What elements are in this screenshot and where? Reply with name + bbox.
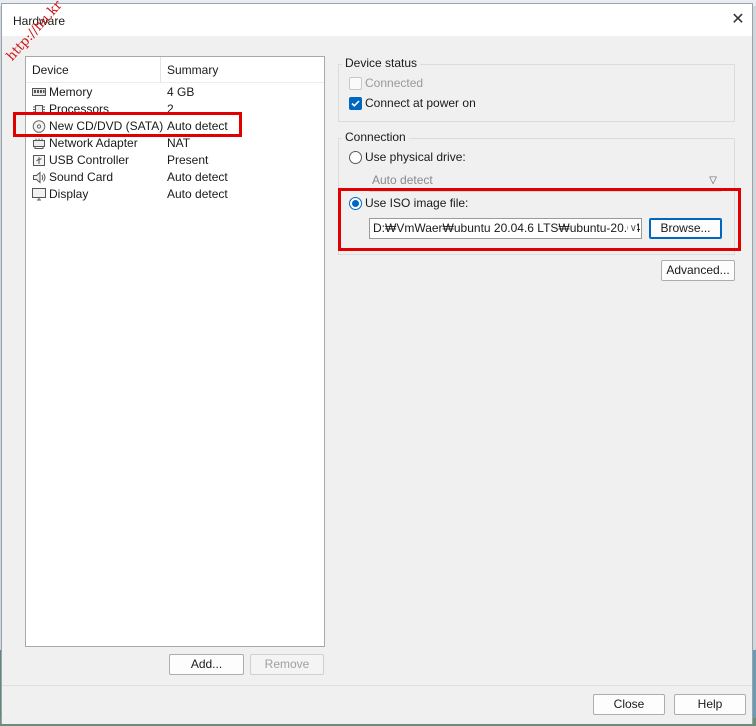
- device-status-title: Device status: [342, 56, 421, 70]
- physical-drive-select[interactable]: Auto detect ▽: [369, 171, 721, 192]
- physical-drive-label: Use physical drive:: [365, 150, 466, 164]
- device-row-sound-card[interactable]: Sound Card Auto detect: [26, 169, 324, 186]
- advanced-button[interactable]: Advanced...: [661, 260, 735, 281]
- device-row-processors[interactable]: Processors 2: [26, 101, 324, 118]
- cd-dvd-icon: [32, 120, 46, 133]
- device-summary: NAT: [167, 136, 191, 150]
- processor-icon: [33, 105, 45, 114]
- hardware-dialog: Hardware ✕ http://hu.kr Device Summary M…: [1, 0, 753, 724]
- connected-label: Connected: [365, 76, 424, 90]
- iso-path-value: D:₩VmWaer₩ubuntu 20.04.6 LTS₩ubuntu-20.0…: [373, 221, 642, 235]
- iso-path-select[interactable]: D:₩VmWaer₩ubuntu 20.04.6 LTS₩ubuntu-20.0…: [369, 218, 642, 239]
- connect-at-power-on-label: Connect at power on: [365, 96, 476, 110]
- usb-icon: [33, 155, 45, 166]
- connected-checkbox[interactable]: [349, 77, 362, 90]
- add-button[interactable]: Add...: [169, 654, 244, 675]
- remove-button[interactable]: Remove: [250, 654, 324, 675]
- device-name: Display: [49, 187, 89, 201]
- device-status-group: [338, 64, 735, 122]
- device-name: USB Controller: [49, 153, 130, 167]
- help-button[interactable]: Help: [674, 694, 746, 715]
- device-row-network-adapter[interactable]: Network Adapter NAT: [26, 135, 324, 152]
- close-button[interactable]: Close: [593, 694, 665, 715]
- device-name: Sound Card: [49, 170, 114, 184]
- monitor-icon: [32, 188, 46, 201]
- connection-title: Connection: [342, 130, 409, 144]
- speaker-icon: [33, 171, 46, 184]
- physical-drive-radio[interactable]: [349, 151, 362, 164]
- device-row-display[interactable]: Display Auto detect: [26, 186, 324, 203]
- column-header-device[interactable]: Device: [26, 57, 161, 83]
- chevron-down-icon: ∨: [627, 219, 637, 238]
- device-summary: Auto detect: [167, 170, 228, 184]
- device-row-usb-controller[interactable]: USB Controller Present: [26, 152, 324, 169]
- device-row-cd-dvd[interactable]: New CD/DVD (SATA) Auto detect: [26, 118, 324, 135]
- device-name: Network Adapter: [49, 136, 138, 150]
- network-adapter-icon: [33, 138, 45, 149]
- device-summary: 4 GB: [167, 85, 195, 99]
- device-summary: Auto detect: [167, 119, 228, 133]
- device-summary: 2: [167, 102, 174, 116]
- physical-drive-value: Auto detect: [372, 173, 433, 187]
- device-row-memory[interactable]: Memory 4 GB: [26, 84, 324, 101]
- iso-image-radio[interactable]: [349, 197, 362, 210]
- memory-icon: [32, 88, 46, 96]
- device-name: Memory: [49, 85, 93, 99]
- device-summary: Auto detect: [167, 187, 228, 201]
- chevron-down-icon: ▽: [709, 175, 717, 186]
- checkmark-icon: [351, 100, 360, 107]
- close-icon[interactable]: ✕: [728, 10, 748, 30]
- browse-button[interactable]: Browse...: [649, 218, 722, 239]
- iso-image-label: Use ISO image file:: [365, 196, 469, 210]
- column-header-summary[interactable]: Summary: [161, 57, 324, 83]
- connect-at-power-on-checkbox[interactable]: [349, 97, 362, 110]
- device-name: Processors: [49, 102, 110, 116]
- title-bar: Hardware ✕: [2, 4, 752, 36]
- device-summary: Present: [167, 153, 209, 167]
- device-name: New CD/DVD (SATA): [49, 119, 164, 133]
- device-list: Device Summary Memory 4 GB Processors 2 …: [25, 56, 325, 647]
